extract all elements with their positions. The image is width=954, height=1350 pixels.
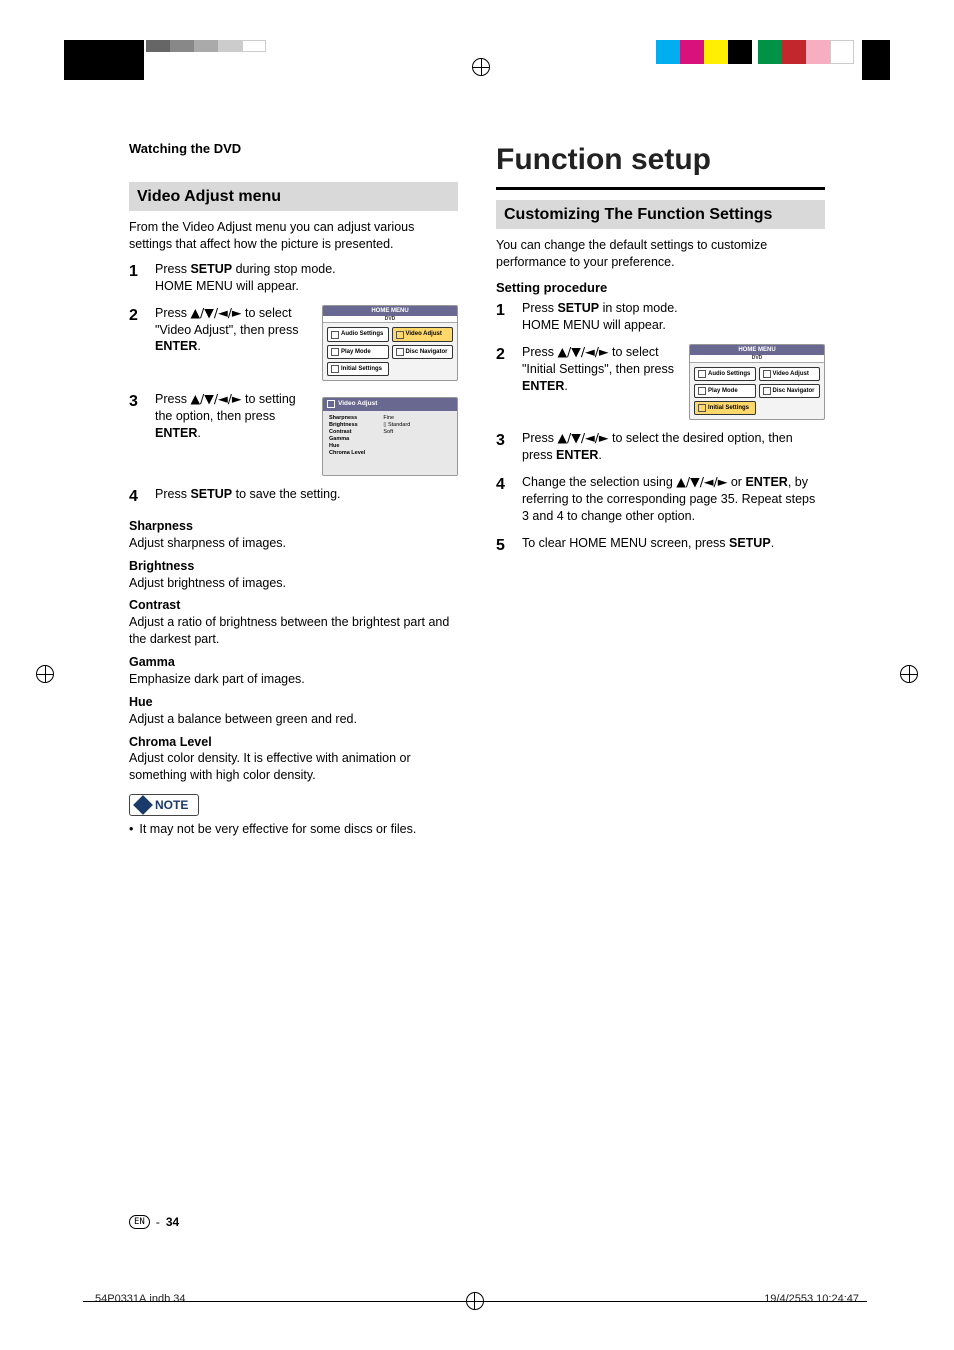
page-number: EN - 34	[129, 1214, 179, 1230]
menu-item: Initial Settings	[327, 362, 389, 376]
sub-heading: Setting procedure	[496, 279, 825, 297]
home-menu-figure: HOME MENU DVD Audio Settings Video Adjus…	[689, 344, 825, 420]
menu-item: Video Adjust	[759, 367, 821, 381]
home-menu-figure: HOME MENU DVD Audio Settings Video Adjus…	[322, 305, 458, 381]
registration-mark-icon	[36, 665, 54, 683]
section-title: Customizing The Function Settings	[496, 200, 825, 230]
steps-list: 1 Press SETUP in stop mode. HOME MENU wi…	[496, 300, 825, 556]
note-icon	[133, 795, 153, 815]
menu-item: Disc Navigator	[759, 384, 821, 398]
intro-text: From the Video Adjust menu you can adjus…	[129, 219, 458, 253]
registration-mark-icon	[900, 665, 918, 683]
definition-list: Sharpness Adjust sharpness of images. Br…	[129, 518, 458, 784]
chapter-label: Watching the DVD	[129, 140, 458, 158]
step-item: 3 Press ▲/▼/◄/► to setting the option, t…	[129, 391, 458, 477]
section-title: Video Adjust menu	[129, 182, 458, 212]
note-badge: NOTE	[129, 794, 199, 816]
step-item: 2 Press ▲/▼/◄/► to select "Initial Setti…	[496, 344, 825, 420]
registration-mark-icon	[466, 1292, 484, 1310]
menu-item: Disc Navigator	[392, 345, 454, 359]
right-column: Function setup Customizing The Function …	[496, 140, 825, 838]
menu-item: Audio Settings	[694, 367, 756, 381]
step-item: 4 Change the selection using ▲/▼/◄/► or …	[496, 474, 825, 525]
menu-item: Play Mode	[327, 345, 389, 359]
title-rule	[496, 187, 825, 190]
menu-item: Video Adjust	[392, 327, 454, 341]
steps-list: 1 Press SETUP during stop mode. HOME MEN…	[129, 261, 458, 508]
note-text: •It may not be very effective for some d…	[129, 821, 458, 838]
page-content: Watching the DVD Video Adjust menu From …	[85, 140, 869, 1250]
left-column: Watching the DVD Video Adjust menu From …	[129, 140, 458, 838]
menu-item: Audio Settings	[327, 327, 389, 341]
menu-item: Initial Settings	[694, 401, 756, 415]
video-adjust-figure: Video Adjust Sharpness Brightness Contra…	[322, 391, 458, 477]
step-item: 3 Press ▲/▼/◄/► to select the desired op…	[496, 430, 825, 464]
step-item: 5 To clear HOME MENU screen, press SETUP…	[496, 535, 825, 557]
print-metadata: 54P0331A.indb 34 19/4/2553 10:24:47	[85, 1292, 869, 1310]
step-item: 1 Press SETUP in stop mode. HOME MENU wi…	[496, 300, 825, 334]
registration-mark-icon	[472, 58, 490, 76]
lang-badge: EN	[129, 1215, 150, 1229]
step-item: 1 Press SETUP during stop mode. HOME MEN…	[129, 261, 458, 295]
step-item: 4 Press SETUP to save the setting.	[129, 486, 458, 508]
step-item: 2 Press ▲/▼/◄/► to select "Video Adjust"…	[129, 305, 458, 381]
menu-item: Play Mode	[694, 384, 756, 398]
intro-text: You can change the default settings to c…	[496, 237, 825, 271]
main-title: Function setup	[496, 140, 825, 181]
